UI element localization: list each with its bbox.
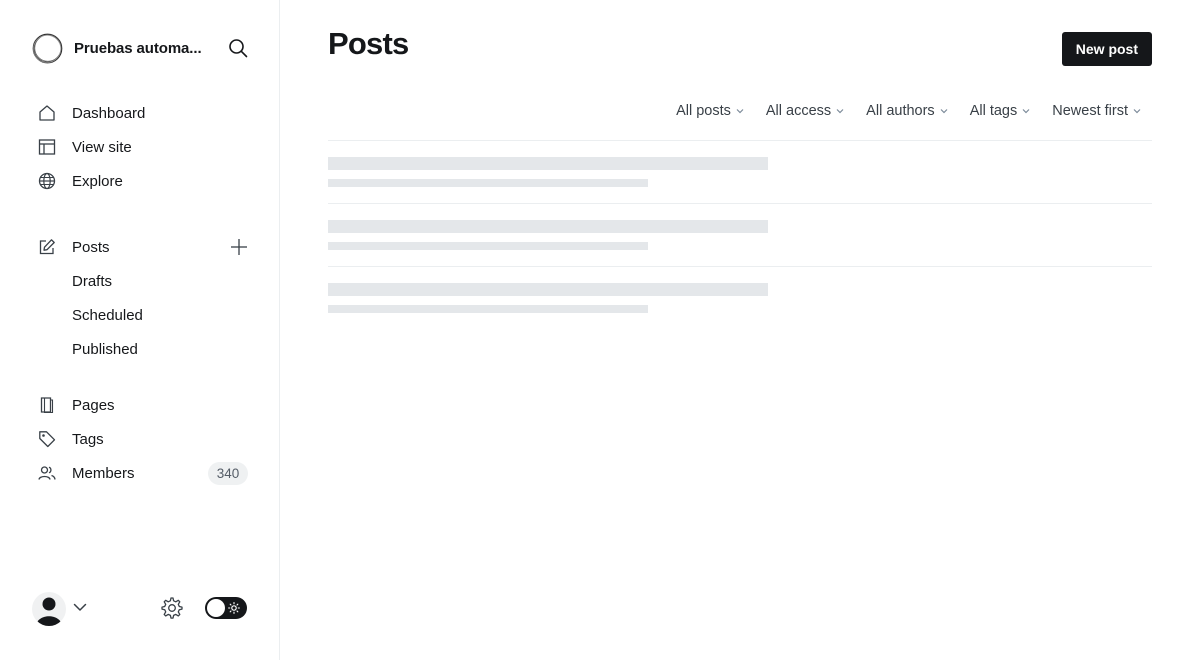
secondary-nav: Pages Tags Members 340 [32, 388, 248, 490]
home-icon [38, 104, 56, 122]
members-count-badge: 340 [208, 462, 248, 485]
nav-drafts-label: Drafts [72, 272, 113, 290]
layout-icon [38, 138, 56, 156]
search-icon[interactable] [228, 38, 248, 58]
sun-icon [228, 602, 240, 614]
avatar[interactable] [32, 592, 66, 626]
nav-published-label: Published [72, 340, 138, 358]
nav-posts[interactable]: Posts [32, 230, 248, 264]
filter-sort[interactable]: Newest first [1052, 101, 1141, 121]
nav-pages-label: Pages [72, 396, 115, 414]
nav-explore-label: Explore [72, 172, 123, 190]
filter-access[interactable]: All access [766, 101, 844, 121]
filter-sort-label: Newest first [1052, 103, 1128, 119]
skeleton-title [328, 157, 768, 170]
nav-scheduled-label: Scheduled [72, 306, 143, 324]
add-post-icon[interactable] [230, 238, 248, 256]
posts-nav: Posts Drafts Scheduled Published [32, 230, 248, 366]
nav-members-label: Members [72, 464, 135, 482]
filter-authors[interactable]: All authors [866, 101, 948, 121]
main-content: Posts New post All posts All access All … [328, 0, 1152, 660]
chevron-down-icon [1022, 109, 1030, 114]
user-avatar-icon [36, 597, 62, 626]
nav-dashboard-label: Dashboard [72, 104, 146, 122]
nav-tags-label: Tags [72, 430, 104, 448]
filter-access-label: All access [765, 103, 832, 119]
edit-icon [38, 238, 56, 256]
post-row-skeleton [328, 141, 1152, 204]
nav-explore[interactable]: Explore [32, 164, 248, 198]
tag-icon [38, 430, 56, 448]
site-title: Pruebas automa... [74, 39, 202, 57]
chevron-down-icon[interactable] [73, 600, 87, 614]
skeleton-title [328, 220, 768, 233]
sidebar: Pruebas automa... Dashboard View site Ex… [0, 0, 280, 660]
nav-tags[interactable]: Tags [32, 422, 248, 456]
nav-published[interactable]: Published [32, 332, 248, 366]
site-logo-icon [32, 33, 63, 63]
skeleton-meta [328, 179, 648, 187]
post-row-skeleton [328, 267, 1152, 330]
page-title: Posts [328, 26, 409, 61]
members-icon [38, 464, 56, 482]
filter-tags[interactable]: All tags [970, 101, 1031, 121]
nav-drafts[interactable]: Drafts [32, 264, 248, 298]
nav-scheduled[interactable]: Scheduled [32, 298, 248, 332]
nav-members[interactable]: Members 340 [32, 456, 248, 490]
filter-bar: All posts All access All authors All tag… [654, 101, 1141, 121]
theme-toggle[interactable] [205, 597, 247, 619]
site-brand[interactable]: Pruebas automa... [32, 32, 248, 64]
filter-authors-label: All authors [866, 103, 935, 119]
primary-nav: Dashboard View site Explore [32, 96, 248, 198]
skeleton-meta [328, 305, 648, 313]
posts-list [328, 140, 1152, 330]
new-post-button[interactable]: New post [1061, 32, 1152, 66]
chevron-down-icon [736, 109, 744, 114]
sidebar-footer [32, 592, 248, 626]
nav-dashboard[interactable]: Dashboard [32, 96, 248, 130]
page-icon [38, 396, 56, 414]
nav-view-site[interactable]: View site [32, 130, 248, 164]
skeleton-title [328, 283, 768, 296]
filter-tags-label: All tags [969, 103, 1018, 119]
filter-type[interactable]: All posts [676, 101, 744, 121]
nav-pages[interactable]: Pages [32, 388, 248, 422]
chevron-down-icon [836, 109, 844, 114]
chevron-down-icon [940, 109, 948, 114]
chevron-down-icon [1133, 109, 1141, 114]
skeleton-meta [328, 242, 648, 250]
nav-view-site-label: View site [72, 138, 132, 156]
filter-type-label: All posts [676, 103, 731, 119]
post-row-skeleton [328, 204, 1152, 267]
nav-posts-label: Posts [72, 238, 110, 256]
toggle-knob [207, 599, 225, 617]
settings-gear-icon[interactable] [161, 597, 183, 619]
globe-icon [38, 172, 56, 190]
